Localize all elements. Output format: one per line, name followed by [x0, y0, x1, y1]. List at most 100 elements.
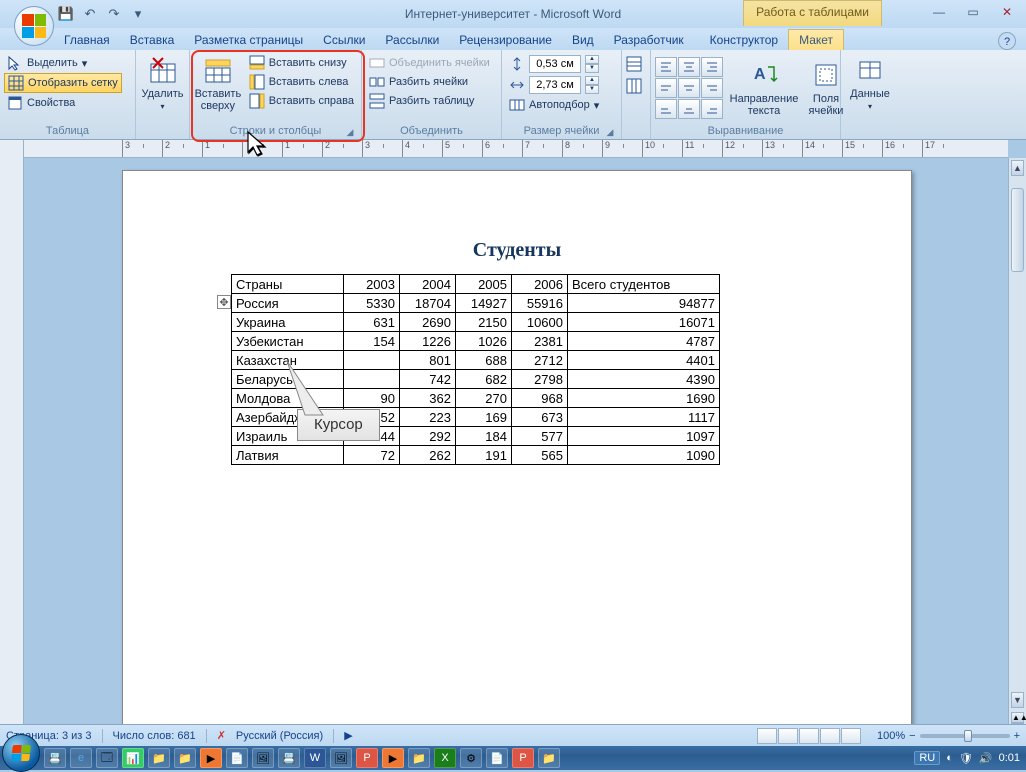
dialog-launcher-icon[interactable]: ◢	[605, 127, 615, 137]
titlebar: 💾 ↶ ↷ ▾ Интернет-университет - Microsoft…	[0, 0, 1026, 28]
vertical-scrollbar[interactable]: ▲ ▼ ▲▲●▼▼	[1008, 158, 1026, 748]
tray-icon[interactable]: ◐	[946, 752, 953, 764]
taskbar-item[interactable]: W	[304, 748, 326, 768]
zoom-out-icon[interactable]: −	[909, 730, 915, 742]
page: Студенты ✥ Страны2003200420052006Всего с…	[122, 170, 912, 740]
close-button[interactable]: ✕	[994, 4, 1020, 20]
width-spinner[interactable]: ▲▼	[585, 76, 599, 94]
text-direction-button[interactable]: A Направление текста	[729, 57, 799, 119]
tab-home[interactable]: Главная	[54, 30, 120, 50]
row-height-input[interactable]	[529, 55, 581, 73]
delete-icon	[147, 54, 179, 86]
data-button[interactable]: Данные▾	[845, 52, 895, 113]
delete-button[interactable]: Удалить▾	[140, 52, 185, 113]
taskbar-item[interactable]: 🗔	[96, 748, 118, 768]
col-width-field[interactable]: ▲▼	[506, 75, 602, 95]
status-language[interactable]: Русский (Россия)	[236, 730, 323, 742]
tab-design[interactable]: Конструктор	[700, 30, 788, 50]
distribute-cols-icon[interactable]	[626, 78, 642, 94]
view-gridlines-button[interactable]: Отобразить сетку	[4, 73, 122, 93]
rows-cols-group-label: Строки и столбцы◢	[194, 124, 357, 139]
horizontal-ruler[interactable]: 3211234567891011121314151617	[24, 140, 1008, 158]
clock[interactable]: 0:01	[999, 752, 1020, 764]
taskbar-item[interactable]: 🖼	[330, 748, 352, 768]
office-button[interactable]	[14, 6, 54, 46]
insert-right-button[interactable]: Вставить справа	[246, 92, 357, 110]
scroll-up-icon[interactable]: ▲	[1011, 160, 1024, 176]
align-group-label: Выравнивание	[655, 124, 836, 139]
taskbar-item[interactable]: 📁	[408, 748, 430, 768]
taskbar-item[interactable]: X	[434, 748, 456, 768]
language-indicator[interactable]: RU	[914, 751, 940, 765]
scroll-down-icon[interactable]: ▼	[1011, 692, 1024, 708]
taskbar-item[interactable]: ⚙	[460, 748, 482, 768]
qat-customize-icon[interactable]: ▾	[128, 4, 148, 24]
spellcheck-icon[interactable]: ✗	[217, 729, 226, 742]
taskbar-item[interactable]: 📁	[174, 748, 196, 768]
taskbar-item[interactable]: ▶	[382, 748, 404, 768]
tab-layout[interactable]: Макет	[788, 29, 844, 50]
tab-page-layout[interactable]: Разметка страницы	[184, 30, 313, 50]
start-button[interactable]	[2, 734, 40, 772]
taskbar-item[interactable]: ▶	[200, 748, 222, 768]
table-move-handle[interactable]: ✥	[217, 295, 231, 309]
scroll-thumb[interactable]	[1011, 188, 1024, 272]
taskbar-item[interactable]: e	[70, 748, 92, 768]
svg-text:A: A	[754, 66, 766, 83]
taskbar-item[interactable]: P	[356, 748, 378, 768]
alignment-grid[interactable]	[655, 57, 723, 119]
zoom-slider[interactable]	[920, 734, 1010, 738]
size-group-label: Размер ячейки◢	[506, 124, 617, 139]
system-tray[interactable]: RU ◐ 🛡 🔊 0:01	[914, 751, 1026, 765]
grid-icon	[8, 75, 24, 91]
tab-view[interactable]: Вид	[562, 30, 604, 50]
save-icon[interactable]: 💾	[56, 4, 76, 24]
properties-button[interactable]: Свойства	[4, 94, 122, 112]
taskbar-item[interactable]: 📇	[44, 748, 66, 768]
height-spinner[interactable]: ▲▼	[585, 55, 599, 73]
insert-left-button[interactable]: Вставить слева	[246, 73, 357, 91]
minimize-button[interactable]: —	[926, 4, 952, 20]
taskbar-item[interactable]: 📊	[122, 748, 144, 768]
taskbar-item[interactable]: 📇	[278, 748, 300, 768]
document-viewport[interactable]: Студенты ✥ Страны2003200420052006Всего с…	[24, 158, 1008, 748]
insert-above-icon	[202, 54, 234, 86]
taskbar-item[interactable]: 📁	[148, 748, 170, 768]
zoom-in-icon[interactable]: +	[1014, 730, 1020, 742]
undo-icon[interactable]: ↶	[80, 4, 100, 24]
select-button[interactable]: Выделить ▾	[4, 54, 122, 72]
split-cells-button[interactable]: Разбить ячейки	[366, 73, 493, 91]
vertical-ruler[interactable]	[0, 140, 24, 748]
tab-review[interactable]: Рецензирование	[449, 30, 562, 50]
taskbar-item[interactable]: 📄	[486, 748, 508, 768]
tray-icon[interactable]: 🔊	[979, 752, 993, 765]
taskbar-item[interactable]: 📄	[226, 748, 248, 768]
tray-icon[interactable]: 🛡	[959, 752, 973, 765]
tab-references[interactable]: Ссылки	[313, 30, 375, 50]
tab-insert[interactable]: Вставка	[120, 30, 185, 50]
help-icon[interactable]: ?	[998, 32, 1016, 50]
insert-above-button[interactable]: Вставить сверху	[194, 52, 242, 114]
maximize-button[interactable]: ▭	[960, 4, 986, 20]
distribute-rows-icon[interactable]	[626, 56, 642, 72]
prev-page-icon[interactable]: ▲▲	[1011, 712, 1024, 723]
redo-icon[interactable]: ↷	[104, 4, 124, 24]
col-width-input[interactable]	[529, 76, 581, 94]
tab-mailings[interactable]: Рассылки	[375, 30, 449, 50]
split-table-button[interactable]: Разбить таблицу	[366, 92, 493, 110]
window-title: Интернет-университет - Microsoft Word	[405, 7, 621, 21]
zoom-level[interactable]: 100%	[877, 730, 905, 742]
taskbar-item[interactable]: 🖼	[252, 748, 274, 768]
dialog-launcher-icon[interactable]: ◢	[345, 127, 355, 137]
autofit-button[interactable]: Автоподбор ▾	[506, 96, 602, 114]
insert-left-icon	[249, 74, 265, 90]
insert-below-button[interactable]: Вставить снизу	[246, 54, 357, 72]
macro-record-icon[interactable]: ▶	[344, 729, 352, 742]
tab-developer[interactable]: Разработчик	[604, 30, 694, 50]
table-tools-context-label: Работа с таблицами	[743, 0, 882, 26]
row-height-field[interactable]: ▲▼	[506, 54, 602, 74]
view-buttons[interactable]	[757, 728, 861, 744]
status-words[interactable]: Число слов: 681	[113, 730, 196, 742]
taskbar-item[interactable]: 📁	[538, 748, 560, 768]
taskbar-item[interactable]: P	[512, 748, 534, 768]
